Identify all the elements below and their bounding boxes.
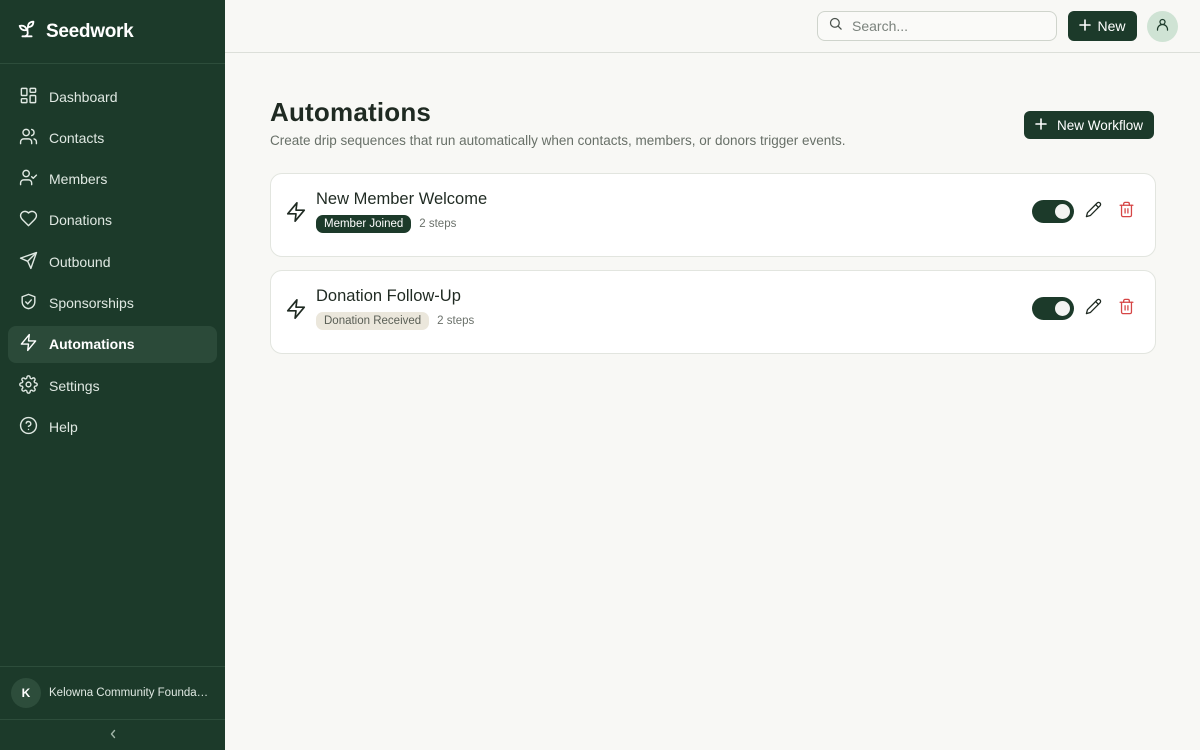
sidebar-item-contacts[interactable]: Contacts [8, 119, 217, 156]
trigger-badge: Donation Received [316, 312, 430, 330]
sidebar-item-label: Contacts [49, 129, 105, 146]
plus-icon [1079, 18, 1097, 34]
workflow-card[interactable]: New Member Welcome Member Joined 2 steps [270, 173, 1156, 257]
pencil-icon [1085, 298, 1102, 319]
layout-icon [19, 86, 49, 108]
users-icon [19, 127, 49, 149]
trash-icon [1118, 201, 1135, 222]
workflow-name: Donation Follow-Up [316, 287, 461, 305]
org-name: Kelowna Community Foundation [49, 687, 211, 699]
org-avatar: K [11, 678, 41, 708]
zap-icon [19, 333, 49, 355]
page-subtitle: Create drip sequences that run automatic… [270, 133, 846, 148]
new-workflow-label: New Workflow [1056, 117, 1144, 133]
sidebar-item-outbound[interactable]: Outbound [8, 243, 217, 280]
workflow-meta: Member Joined 2 steps [316, 215, 456, 233]
sidebar-nav: Dashboard Contacts Members Donations Out… [0, 78, 225, 450]
brand-name: Seedwork [46, 20, 134, 42]
sidebar-item-label: Settings [49, 377, 100, 394]
sidebar-item-donations[interactable]: Donations [8, 202, 217, 239]
workflow-name: New Member Welcome [316, 190, 488, 208]
search-input[interactable] [852, 18, 1042, 34]
plus-icon [1035, 117, 1057, 133]
user-check-icon [19, 168, 49, 190]
sidebar-item-settings[interactable]: Settings [8, 367, 217, 404]
send-icon [19, 251, 49, 273]
workflow-enabled-toggle[interactable] [1032, 297, 1074, 320]
sidebar-item-label: Outbound [49, 253, 111, 270]
step-count: 2 steps [419, 218, 457, 230]
sidebar-item-label: Sponsorships [49, 294, 134, 311]
zap-icon [285, 201, 307, 223]
edit-workflow-button[interactable] [1085, 298, 1105, 318]
new-button-label: New [1097, 18, 1126, 34]
sprout-icon [16, 18, 46, 45]
trash-icon [1118, 298, 1135, 319]
page-title: Automations [270, 97, 432, 127]
help-icon [19, 416, 49, 438]
sidebar: Seedwork Dashboard Contacts Members Dona… [0, 0, 225, 750]
user-avatar[interactable] [1147, 11, 1178, 42]
sidebar-item-members[interactable]: Members [8, 161, 217, 198]
chevron-left-icon [108, 726, 118, 744]
sidebar-item-automations[interactable]: Automations [8, 325, 217, 363]
toggle-knob [1055, 301, 1070, 316]
new-workflow-button[interactable]: New Workflow [1024, 111, 1154, 139]
user-icon [1155, 17, 1170, 37]
sidebar-item-label: Help [49, 418, 78, 435]
brand[interactable]: Seedwork [0, 0, 225, 64]
search-box[interactable] [817, 11, 1057, 41]
topbar: New [225, 0, 1200, 53]
sidebar-item-help[interactable]: Help [8, 408, 217, 445]
sidebar-item-label: Dashboard [49, 88, 118, 105]
toggle-knob [1055, 204, 1070, 219]
search-icon [828, 16, 852, 36]
sidebar-item-sponsorships[interactable]: Sponsorships [8, 284, 217, 321]
zap-icon [285, 298, 307, 320]
edit-workflow-button[interactable] [1085, 201, 1105, 221]
sidebar-item-dashboard[interactable]: Dashboard [8, 78, 217, 115]
sidebar-item-label: Donations [49, 212, 113, 229]
sidebar-item-label: Automations [49, 336, 135, 353]
heart-icon [19, 209, 49, 231]
org-switcher[interactable]: K Kelowna Community Foundation [0, 666, 225, 720]
handshake-icon [19, 292, 49, 314]
trigger-badge: Member Joined [316, 215, 412, 233]
workflow-card[interactable]: Donation Follow-Up Donation Received 2 s… [270, 270, 1156, 354]
step-count: 2 steps [437, 315, 475, 327]
delete-workflow-button[interactable] [1118, 201, 1138, 221]
workflow-meta: Donation Received 2 steps [316, 312, 474, 330]
workflow-enabled-toggle[interactable] [1032, 200, 1074, 223]
new-button[interactable]: New [1068, 11, 1137, 41]
pencil-icon [1085, 201, 1102, 222]
delete-workflow-button[interactable] [1118, 298, 1138, 318]
collapse-sidebar-button[interactable] [0, 724, 225, 746]
sidebar-item-label: Members [49, 171, 108, 188]
gear-icon [19, 374, 49, 397]
